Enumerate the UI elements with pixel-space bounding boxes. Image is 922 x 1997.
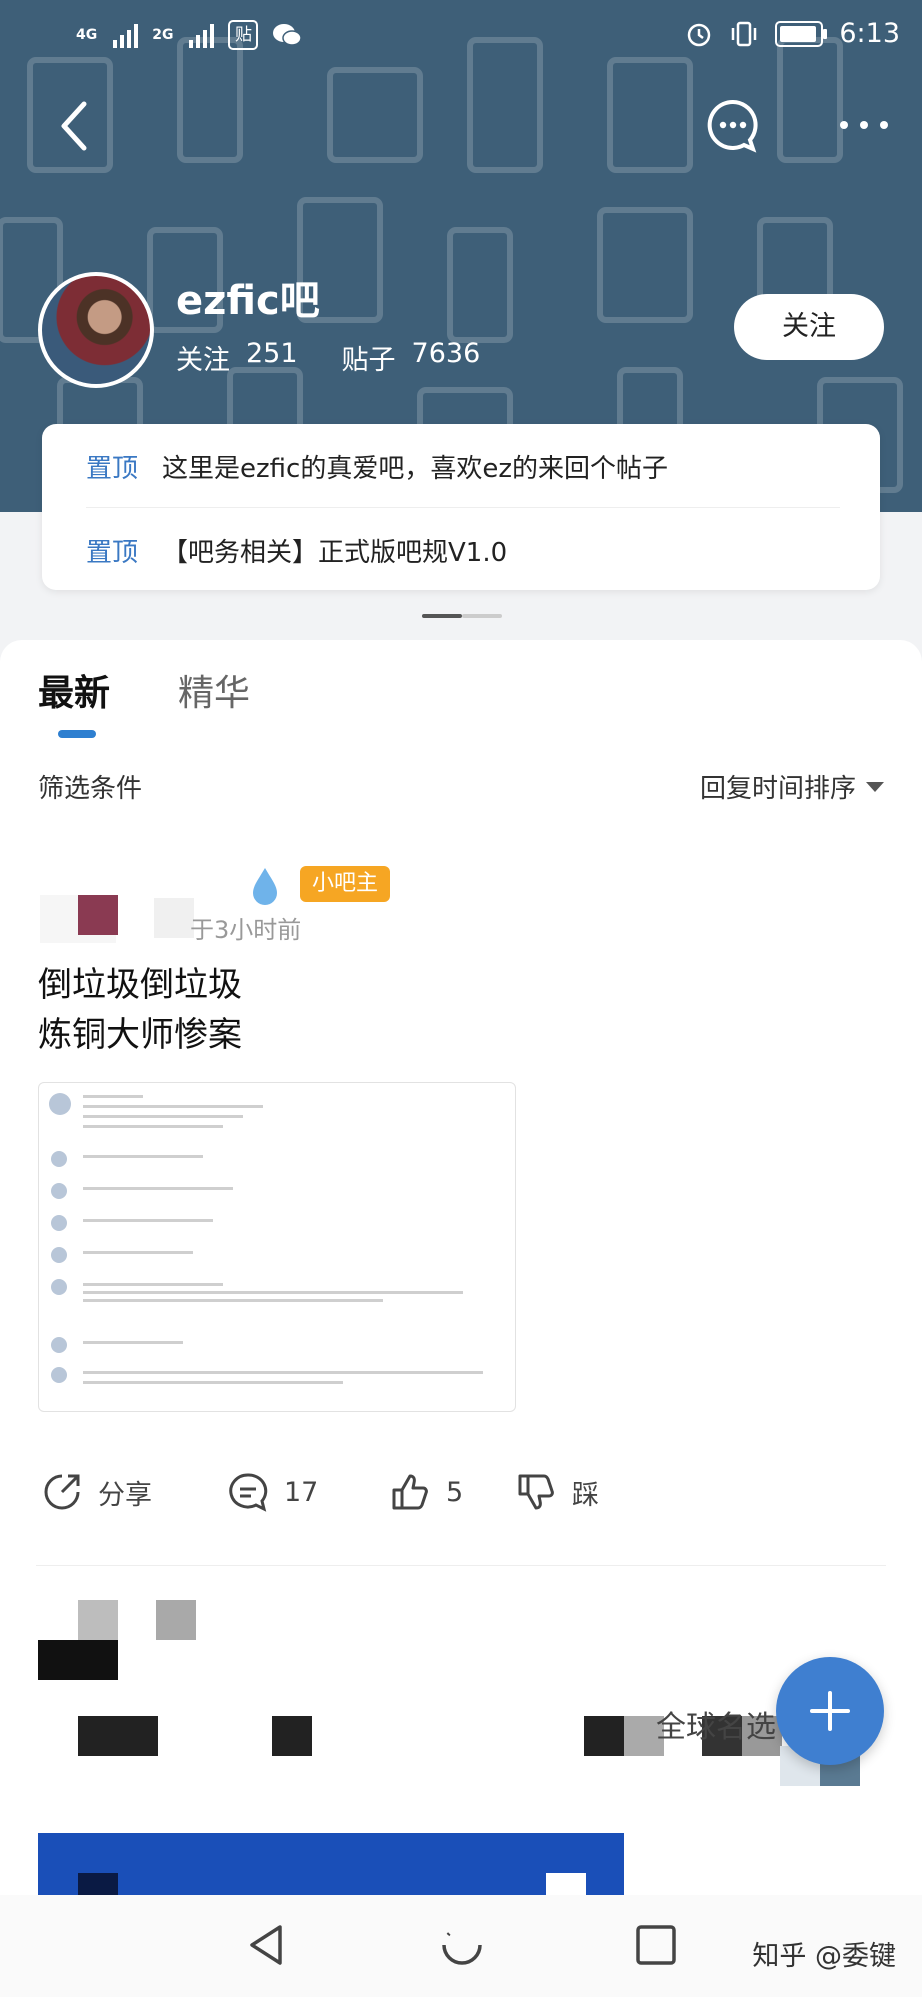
forum-name: ezfic吧 (176, 278, 320, 324)
blurred-text-fragment: 全球名选 (656, 1710, 776, 1745)
comment-icon (229, 1473, 268, 1512)
nav-recent-icon[interactable] (628, 1917, 684, 1973)
water-drop-icon (253, 868, 277, 905)
blur-pixel (78, 1600, 118, 1640)
vibrate-icon (732, 21, 757, 46)
tieba-notification-icon: 贴 (228, 20, 259, 50)
tab-featured[interactable]: 精华 (178, 664, 250, 716)
post-image-thumbnail[interactable] (38, 1082, 516, 1412)
status-bar: 4G 2G 贴 6:13 (0, 14, 922, 58)
comment-button[interactable]: 17 (226, 1470, 318, 1514)
more-icon[interactable] (836, 110, 892, 140)
signal-icon-2 (189, 22, 215, 48)
follow-count: 251 (246, 338, 298, 369)
post-time: 于3小时前 (190, 916, 302, 944)
comment-count: 17 (284, 1476, 319, 1508)
forum-avatar[interactable] (38, 272, 154, 388)
sort-dropdown[interactable]: 回复时间排序 (700, 768, 884, 805)
blur-pixel (38, 1640, 118, 1680)
pinned-posts-card: 置顶 这里是ezfic的真爱吧，喜欢ez的来回个帖子 置顶 【吧务相关】正式版吧… (42, 424, 880, 590)
blur-pixel (156, 1600, 196, 1640)
tab-latest[interactable]: 最新 (38, 664, 110, 716)
moderator-badge: 小吧主 (300, 866, 391, 902)
pinned-tag: 置顶 (86, 537, 139, 568)
filter-button[interactable]: 筛选条件 (38, 768, 142, 805)
post-title[interactable]: 倒垃圾倒垃圾 炼铜大师惨案 (38, 960, 242, 1060)
add-post-button[interactable] (776, 1657, 884, 1765)
like-button[interactable]: 5 (388, 1470, 463, 1514)
nav-home-icon[interactable] (434, 1917, 490, 1973)
battery-icon (775, 20, 828, 47)
share-icon (44, 1474, 80, 1510)
pinned-post-title: 【吧务相关】正式版吧规V1.0 (162, 537, 508, 568)
pinned-post-title: 这里是ezfic的真爱吧，喜欢ez的来回个帖子 (162, 453, 668, 484)
divider (36, 1565, 886, 1566)
follow-button[interactable]: 关注 (734, 294, 884, 360)
pinned-post[interactable]: 置顶 这里是ezfic的真爱吧，喜欢ez的来回个帖子 (86, 426, 668, 506)
message-icon[interactable] (705, 97, 761, 153)
post-feed: 最新 精华 筛选条件 回复时间排序 小吧主 于3小时前 倒垃圾倒垃圾 炼铜大师惨… (0, 640, 922, 1997)
like-count: 5 (446, 1476, 464, 1508)
status-time: 6:13 (839, 18, 900, 49)
post-title-line: 炼铜大师惨案 (38, 1015, 242, 1055)
blur-pixel (78, 1716, 158, 1756)
active-tab-indicator (58, 730, 96, 738)
pinned-post[interactable]: 置顶 【吧务相关】正式版吧规V1.0 (86, 510, 507, 590)
signal-label-2: 2G (152, 27, 174, 43)
signal-icon (113, 22, 139, 48)
author-name-blurred[interactable] (154, 898, 194, 938)
alarm-icon (688, 23, 711, 46)
page-indicator (422, 614, 502, 618)
back-icon[interactable] (50, 96, 100, 156)
author-avatar-blurred[interactable] (40, 895, 118, 943)
share-label: 分享 (98, 1479, 152, 1511)
dislike-label: 踩 (572, 1479, 599, 1511)
feed-tabs: 最新 精华 (38, 664, 250, 716)
pinned-tag: 置顶 (86, 453, 139, 484)
posts-count: 7636 (411, 338, 481, 369)
watermark: 知乎 @委键 (752, 1941, 896, 1972)
dislike-icon (518, 1474, 554, 1510)
forum-stats: 关注 251 贴子 7636 (176, 338, 480, 377)
dislike-button[interactable]: 踩 (514, 1470, 599, 1514)
post-actions: 分享 17 5 踩 (40, 1470, 880, 1520)
wechat-icon (273, 24, 303, 46)
sort-label: 回复时间排序 (699, 774, 856, 804)
follow-count-label: 关注 (176, 345, 230, 376)
signal-label-1: 4G (76, 27, 98, 43)
blur-pixel (584, 1716, 624, 1756)
caret-down-icon (866, 781, 884, 792)
blur-pixel (272, 1716, 312, 1756)
post-title-line: 倒垃圾倒垃圾 (38, 965, 242, 1005)
share-button[interactable]: 分享 (40, 1470, 152, 1514)
nav-back-icon[interactable] (240, 1917, 296, 1973)
posts-count-label: 贴子 (341, 345, 396, 376)
like-icon (392, 1474, 428, 1510)
divider (86, 507, 840, 508)
